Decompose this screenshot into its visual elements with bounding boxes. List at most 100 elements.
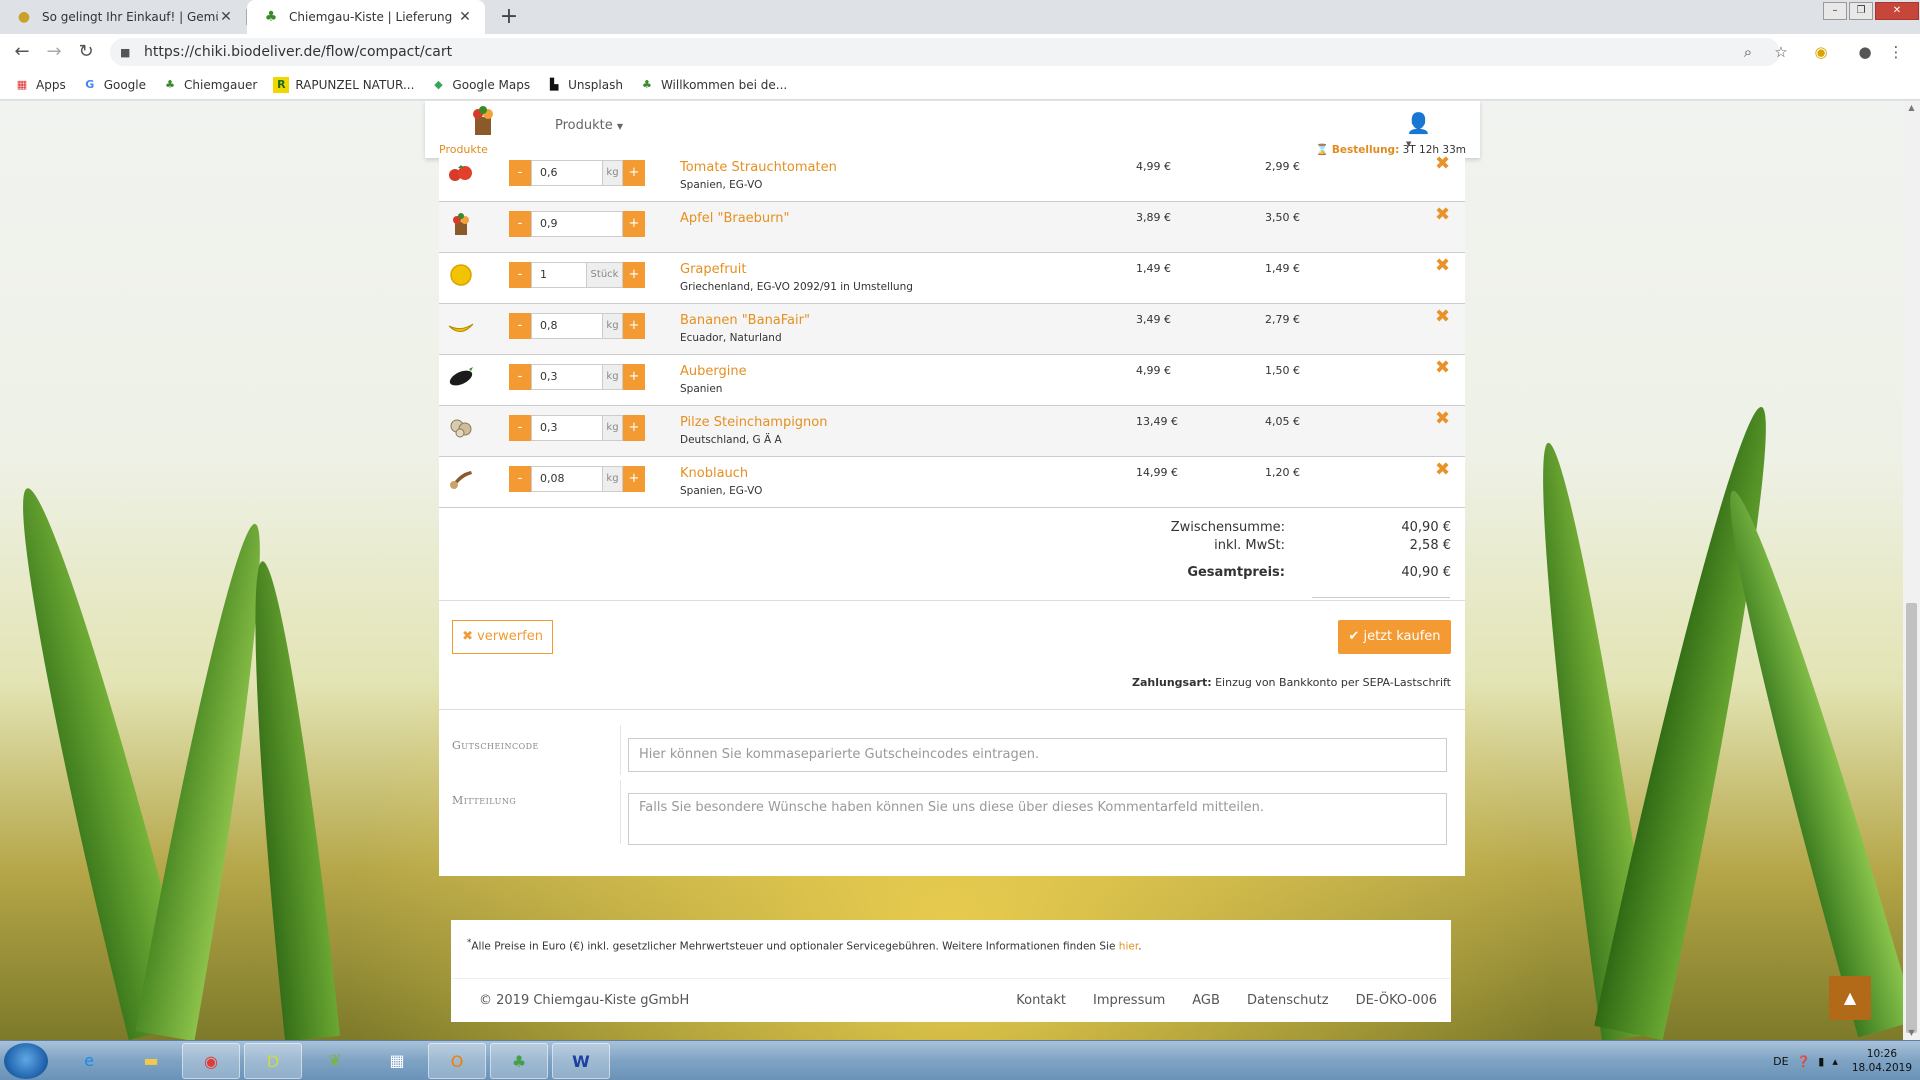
- word-icon[interactable]: W: [552, 1043, 610, 1079]
- voucher-input[interactable]: Hier können Sie kommaseparierte Gutschei…: [628, 738, 1447, 772]
- footer-link-impressum[interactable]: Impressum: [1093, 993, 1165, 1008]
- back-arrow-icon[interactable]: ←: [10, 40, 34, 64]
- remove-item-icon[interactable]: ✖: [1435, 357, 1450, 378]
- remove-item-icon[interactable]: ✖: [1435, 306, 1450, 327]
- unsplash-icon: ▙: [549, 77, 559, 91]
- app-d-icon[interactable]: D: [244, 1043, 302, 1079]
- address-bar[interactable]: ■ https://chiki.biodeliver.de/flow/compa…: [110, 38, 1780, 66]
- remove-item-icon[interactable]: ✖: [1435, 255, 1450, 276]
- footer-link-datenschutz[interactable]: Datenschutz: [1247, 993, 1329, 1008]
- product-name-link[interactable]: Grapefruit: [680, 262, 747, 277]
- increase-button[interactable]: +: [623, 364, 645, 390]
- product-name-link[interactable]: Pilze Steinchampignon: [680, 415, 828, 430]
- browser-tab-1[interactable]: ● So gelingt Ihr Einkauf! | Gemüsek ✕: [0, 0, 246, 34]
- quantity-input[interactable]: 0,3: [531, 415, 603, 441]
- remove-item-icon[interactable]: ✖: [1435, 153, 1450, 174]
- forward-arrow-icon[interactable]: →: [42, 40, 66, 64]
- new-tab-icon[interactable]: +: [496, 4, 522, 30]
- scroll-to-top-icon[interactable]: ▲: [1829, 976, 1871, 1020]
- internet-explorer-icon[interactable]: e: [60, 1043, 118, 1079]
- product-name-link[interactable]: Bananen "BanaFair": [680, 313, 810, 328]
- zoom-icon[interactable]: ⌕: [1736, 40, 1760, 64]
- increase-button[interactable]: +: [623, 313, 645, 339]
- bookmark-chiemgauer[interactable]: ♣ Chiemgauer: [162, 77, 257, 93]
- bookmark-google[interactable]: G Google: [82, 77, 146, 93]
- message-textarea[interactable]: Falls Sie besondere Wünsche haben können…: [628, 793, 1447, 845]
- quantity-input[interactable]: 0,6: [531, 160, 603, 186]
- file-explorer-icon[interactable]: ▬: [122, 1043, 180, 1079]
- decrease-button[interactable]: -: [509, 364, 531, 390]
- chiemgau-kiste-logo-icon[interactable]: [469, 105, 497, 137]
- extension-icon[interactable]: ◉: [1809, 40, 1833, 64]
- bookmark-willkommen[interactable]: ♣ Willkommen bei de...: [639, 77, 787, 93]
- bookmark-apps[interactable]: ▦ Apps: [14, 77, 66, 93]
- footer-link-agb[interactable]: AGB: [1192, 993, 1220, 1008]
- decrease-button[interactable]: -: [509, 313, 531, 339]
- windows-start-icon[interactable]: [4, 1043, 48, 1079]
- remove-item-icon[interactable]: ✖: [1435, 408, 1450, 429]
- decrease-button[interactable]: -: [509, 415, 531, 441]
- quantity-input[interactable]: 0,9: [531, 211, 623, 237]
- remove-item-icon[interactable]: ✖: [1435, 204, 1450, 225]
- tab-close-icon[interactable]: ✕: [218, 9, 234, 25]
- scroll-down-icon[interactable]: ▼: [1903, 1026, 1920, 1040]
- user-menu[interactable]: 👤▼: [1406, 111, 1436, 148]
- maximize-icon[interactable]: ❐: [1849, 2, 1873, 20]
- remove-item-icon[interactable]: ✖: [1435, 459, 1450, 480]
- chrome-icon[interactable]: ◉: [182, 1043, 240, 1079]
- profile-icon[interactable]: ●: [1853, 40, 1877, 64]
- quantity-input[interactable]: 1: [531, 262, 587, 288]
- payment-method-label: Zahlungsart:: [1132, 676, 1212, 689]
- discard-button[interactable]: ✖ verwerfen: [452, 620, 553, 654]
- network-icon[interactable]: ▮: [1818, 1055, 1824, 1068]
- outlook-icon[interactable]: O: [428, 1043, 486, 1079]
- footer-link-kontakt[interactable]: Kontakt: [1016, 993, 1066, 1008]
- product-name-link[interactable]: Tomate Strauchtomaten: [680, 160, 837, 175]
- decrease-button[interactable]: -: [509, 211, 531, 237]
- decrease-button[interactable]: -: [509, 160, 531, 186]
- bookmark-unsplash[interactable]: ▙ Unsplash: [546, 77, 623, 93]
- window-close-icon[interactable]: ✕: [1875, 2, 1919, 20]
- products-menu[interactable]: Produkte ▼: [555, 118, 623, 133]
- scrollbar-thumb[interactable]: [1906, 603, 1917, 1033]
- increase-button[interactable]: +: [623, 160, 645, 186]
- table-row: - 0,3 kg + Pilze Steinchampignon Deutsch…: [439, 406, 1465, 457]
- buy-now-button[interactable]: ✔ jetzt kaufen: [1338, 620, 1451, 654]
- tab-close-icon[interactable]: ✕: [457, 9, 473, 25]
- product-name-link[interactable]: Aubergine: [680, 364, 747, 379]
- increase-button[interactable]: +: [623, 211, 645, 237]
- more-info-link[interactable]: hier: [1119, 941, 1138, 953]
- bookmark-rapunzel[interactable]: R RAPUNZEL NATUR...: [273, 76, 414, 93]
- minimize-icon[interactable]: –: [1823, 2, 1847, 20]
- tray-expand-icon[interactable]: ▴: [1832, 1055, 1838, 1068]
- reload-icon[interactable]: ↻: [74, 40, 98, 64]
- quantity-input[interactable]: 0,8: [531, 313, 603, 339]
- google-icon: G: [85, 77, 95, 91]
- quantity-input[interactable]: 0,08: [531, 466, 603, 492]
- bookmark-google-maps[interactable]: ◆ Google Maps: [430, 77, 530, 93]
- calculator-icon[interactable]: ▦: [368, 1043, 426, 1079]
- copyright: © 2019 Chiemgau-Kiste gGmbH: [479, 993, 690, 1008]
- clock[interactable]: 10:26 18.04.2019: [1852, 1047, 1912, 1075]
- page-scrollbar[interactable]: ▲ ▼: [1903, 101, 1920, 1040]
- shop-app-icon[interactable]: ♣: [490, 1043, 548, 1079]
- green-app-icon[interactable]: ❦: [306, 1043, 364, 1079]
- product-name-link[interactable]: Apfel "Braeburn": [680, 211, 790, 226]
- bookmark-star-icon[interactable]: ☆: [1769, 40, 1793, 64]
- quantity-input[interactable]: 0,3: [531, 364, 603, 390]
- increase-button[interactable]: +: [623, 415, 645, 441]
- decrease-button[interactable]: -: [509, 262, 531, 288]
- product-origin: Spanien: [680, 383, 723, 395]
- browser-tab-2[interactable]: ♣ Chiemgau-Kiste | Lieferung | bea ✕: [247, 0, 485, 34]
- menu-kebab-icon[interactable]: ⋮: [1884, 40, 1908, 64]
- help-icon[interactable]: ❓: [1797, 1055, 1811, 1068]
- decrease-button[interactable]: -: [509, 466, 531, 492]
- unit-label: Stück: [587, 262, 623, 288]
- table-row: - 0,08 kg + Knoblauch Spanien, EG-VO 14,…: [439, 457, 1465, 508]
- increase-button[interactable]: +: [623, 262, 645, 288]
- increase-button[interactable]: +: [623, 466, 645, 492]
- footer-link-oeko[interactable]: DE-ÖKO-006: [1356, 993, 1437, 1008]
- language-indicator[interactable]: DE: [1773, 1055, 1788, 1068]
- scroll-up-icon[interactable]: ▲: [1903, 101, 1920, 115]
- product-name-link[interactable]: Knoblauch: [680, 466, 748, 481]
